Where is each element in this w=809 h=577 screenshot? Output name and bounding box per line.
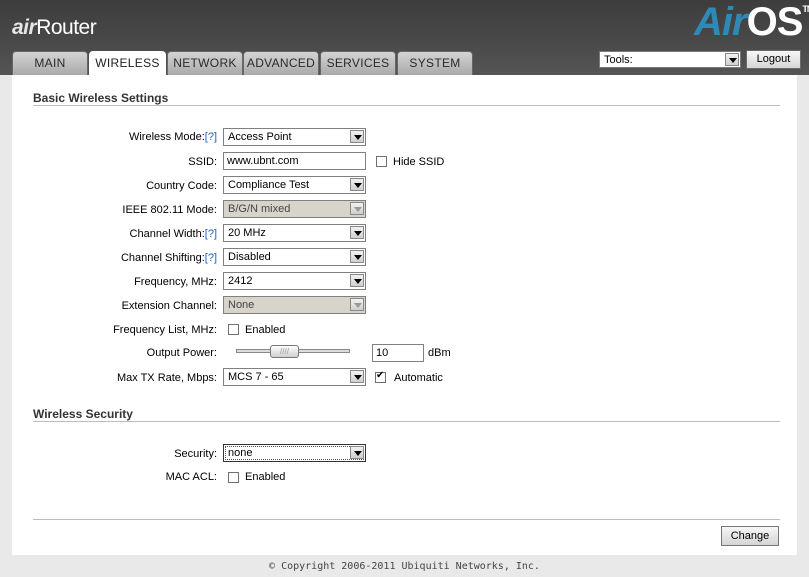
chevron-down-icon: [350, 370, 364, 383]
tools-select-value: Tools:: [604, 54, 633, 66]
frequency-list-checkbox[interactable]: [228, 324, 239, 335]
hide-ssid-label: Hide SSID: [393, 156, 445, 168]
change-button[interactable]: Change: [721, 526, 779, 546]
extension-channel-value: None: [228, 299, 255, 311]
chevron-down-icon: [350, 274, 364, 287]
hide-ssid-checkbox[interactable]: [376, 156, 387, 167]
wireless-mode-select[interactable]: Access Point: [223, 128, 366, 146]
section-title-security: Wireless Security: [33, 407, 133, 421]
ssid-label: SSID:: [188, 156, 217, 168]
output-power-input[interactable]: 10: [372, 344, 424, 362]
security-value: none: [228, 447, 253, 459]
header-bar: airRouter AirOSTM MAIN WIRELESS NETWORK …: [0, 0, 809, 76]
extension-channel-select: None: [223, 296, 366, 314]
tools-select[interactable]: Tools:: [599, 51, 741, 68]
section-title-basic: Basic Wireless Settings: [33, 91, 169, 105]
logout-button[interactable]: Logout: [746, 50, 801, 69]
chevron-down-icon: [350, 178, 364, 191]
channel-width-value: 20 MHz: [228, 227, 266, 239]
chevron-down-icon: [350, 298, 364, 311]
chevron-down-icon: [350, 202, 364, 215]
automatic-label: Automatic: [394, 372, 443, 384]
ieee-mode-label: IEEE 802.11 Mode:: [122, 204, 217, 216]
chevron-down-icon: [725, 53, 739, 66]
tab-main[interactable]: MAIN: [12, 51, 88, 75]
country-code-select[interactable]: Compliance Test: [223, 176, 366, 194]
security-label: Security:: [174, 448, 217, 460]
channel-shifting-label: Channel Shifting:[?]: [120, 252, 217, 264]
frequency-list-enabled-label: Enabled: [245, 324, 286, 336]
max-tx-rate-select[interactable]: MCS 7 - 65: [223, 368, 366, 386]
mac-acl-enabled-label: Enabled: [245, 471, 286, 483]
airos-logo: AirOSTM: [694, 0, 809, 44]
ssid-input[interactable]: www.ubnt.com: [223, 152, 366, 170]
channel-width-label: Channel Width:[?]: [129, 228, 217, 240]
output-power-slider-handle[interactable]: ////: [270, 345, 299, 358]
divider: [33, 421, 780, 422]
tab-advanced[interactable]: ADVANCED: [243, 51, 319, 75]
output-power-unit: dBm: [428, 347, 451, 359]
ieee-mode-select: B/G/N mixed: [223, 200, 366, 218]
tab-network[interactable]: NETWORK: [167, 51, 243, 75]
frequency-list-label: Frequency List, MHz:: [113, 324, 217, 336]
ieee-mode-value: B/G/N mixed: [228, 203, 291, 215]
chevron-down-icon: [350, 250, 364, 263]
frequency-value: 2412: [228, 275, 253, 287]
wireless-mode-help-link[interactable]: [?]: [205, 131, 217, 143]
copyright-footer: © Copyright 2006-2011 Ubiquiti Networks,…: [269, 561, 540, 572]
automatic-checkbox[interactable]: [375, 370, 386, 383]
output-power-label: Output Power:: [146, 347, 217, 359]
channel-width-select[interactable]: 20 MHz: [223, 224, 366, 242]
divider: [33, 519, 780, 520]
mac-acl-checkbox[interactable]: [228, 472, 239, 483]
divider: [33, 105, 780, 106]
frequency-select[interactable]: 2412: [223, 272, 366, 290]
wireless-mode-label: Wireless Mode:[?]: [128, 131, 217, 143]
channel-shifting-value: Disabled: [228, 251, 271, 263]
airrouter-logo: airRouter: [12, 16, 97, 39]
mac-acl-label: MAC ACL:: [165, 471, 217, 483]
tab-system[interactable]: SYSTEM: [397, 51, 473, 75]
country-code-label: Country Code:: [146, 180, 217, 192]
content-panel: Basic Wireless Settings Wireless Mode:[?…: [12, 75, 797, 555]
chevron-down-icon: [350, 226, 364, 239]
country-code-value: Compliance Test: [228, 179, 310, 191]
frequency-label: Frequency, MHz:: [134, 276, 217, 288]
security-select[interactable]: none: [223, 444, 366, 462]
max-tx-rate-label: Max TX Rate, Mbps:: [116, 372, 217, 384]
chevron-down-icon: [350, 130, 364, 143]
channel-shifting-help-link[interactable]: [?]: [205, 252, 217, 264]
channel-width-help-link[interactable]: [?]: [205, 228, 217, 240]
max-tx-rate-value: MCS 7 - 65: [228, 371, 284, 383]
chevron-down-icon: [350, 446, 364, 459]
wireless-mode-value: Access Point: [228, 131, 292, 143]
channel-shifting-select[interactable]: Disabled: [223, 248, 366, 266]
tab-wireless[interactable]: WIRELESS: [89, 51, 166, 76]
tab-services[interactable]: SERVICES: [320, 51, 396, 75]
extension-channel-label: Extension Channel:: [121, 300, 217, 312]
